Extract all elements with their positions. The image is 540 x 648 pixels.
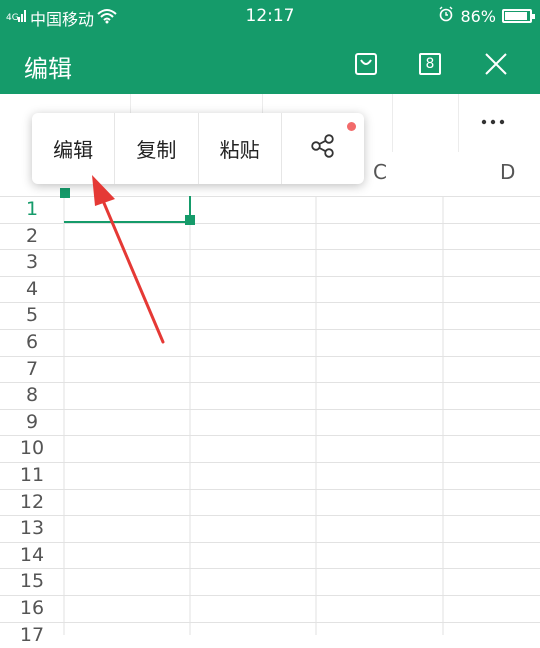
page-count-badge: 8	[419, 53, 441, 75]
toolbar-divider	[392, 94, 393, 152]
row-label[interactable]: 12	[0, 489, 64, 515]
status-bar: 4G 中国移动 12:17 86%	[0, 0, 540, 34]
selection-handle-bottom-right[interactable]	[185, 215, 195, 225]
row-label[interactable]: 6	[0, 329, 64, 355]
spreadsheet-grid[interactable]: 1 2 3 4 5 6 7 8 9 10 11 12 13 14 15 16 17	[0, 196, 540, 646]
notification-dot	[347, 122, 356, 131]
row-label[interactable]: 3	[0, 249, 64, 275]
row-label[interactable]: 15	[0, 568, 64, 594]
selection-handle-top-left[interactable]	[60, 188, 70, 198]
cell-selection-border	[64, 221, 190, 223]
battery-icon	[502, 9, 535, 23]
status-right: 86%	[438, 6, 535, 26]
column-header-d[interactable]: D	[500, 160, 515, 184]
row-label[interactable]: 2	[0, 223, 64, 249]
close-icon[interactable]	[480, 48, 512, 80]
more-icon[interactable]	[470, 106, 516, 138]
toolbar-divider	[458, 94, 459, 152]
column-header-c[interactable]: C	[373, 160, 387, 184]
row-label[interactable]: 13	[0, 515, 64, 541]
context-menu: 编辑 复制 粘贴	[32, 113, 364, 184]
row-label[interactable]: 16	[0, 595, 64, 621]
page-title: 编辑	[24, 55, 72, 83]
row-label[interactable]: 7	[0, 356, 64, 382]
share-icon	[309, 132, 337, 165]
battery-percent: 86%	[460, 6, 496, 26]
app-header: 编辑 8	[0, 34, 540, 94]
copy-menu-item[interactable]: 复制	[115, 113, 199, 184]
row-label[interactable]: 8	[0, 382, 64, 408]
row-label[interactable]: 9	[0, 409, 64, 435]
store-icon[interactable]	[350, 48, 382, 80]
page-count-button[interactable]: 8	[414, 48, 446, 80]
grid-lines	[0, 196, 540, 635]
alarm-icon	[438, 6, 454, 26]
paste-menu-item[interactable]: 粘贴	[199, 113, 282, 184]
row-label[interactable]: 11	[0, 462, 64, 488]
row-label[interactable]: 10	[0, 435, 64, 461]
row-label[interactable]: 1	[0, 196, 64, 222]
row-label[interactable]: 4	[0, 276, 64, 302]
row-label[interactable]: 14	[0, 542, 64, 568]
edit-menu-item[interactable]: 编辑	[32, 113, 116, 184]
row-label[interactable]: 5	[0, 302, 64, 328]
share-menu-item[interactable]	[282, 113, 364, 184]
